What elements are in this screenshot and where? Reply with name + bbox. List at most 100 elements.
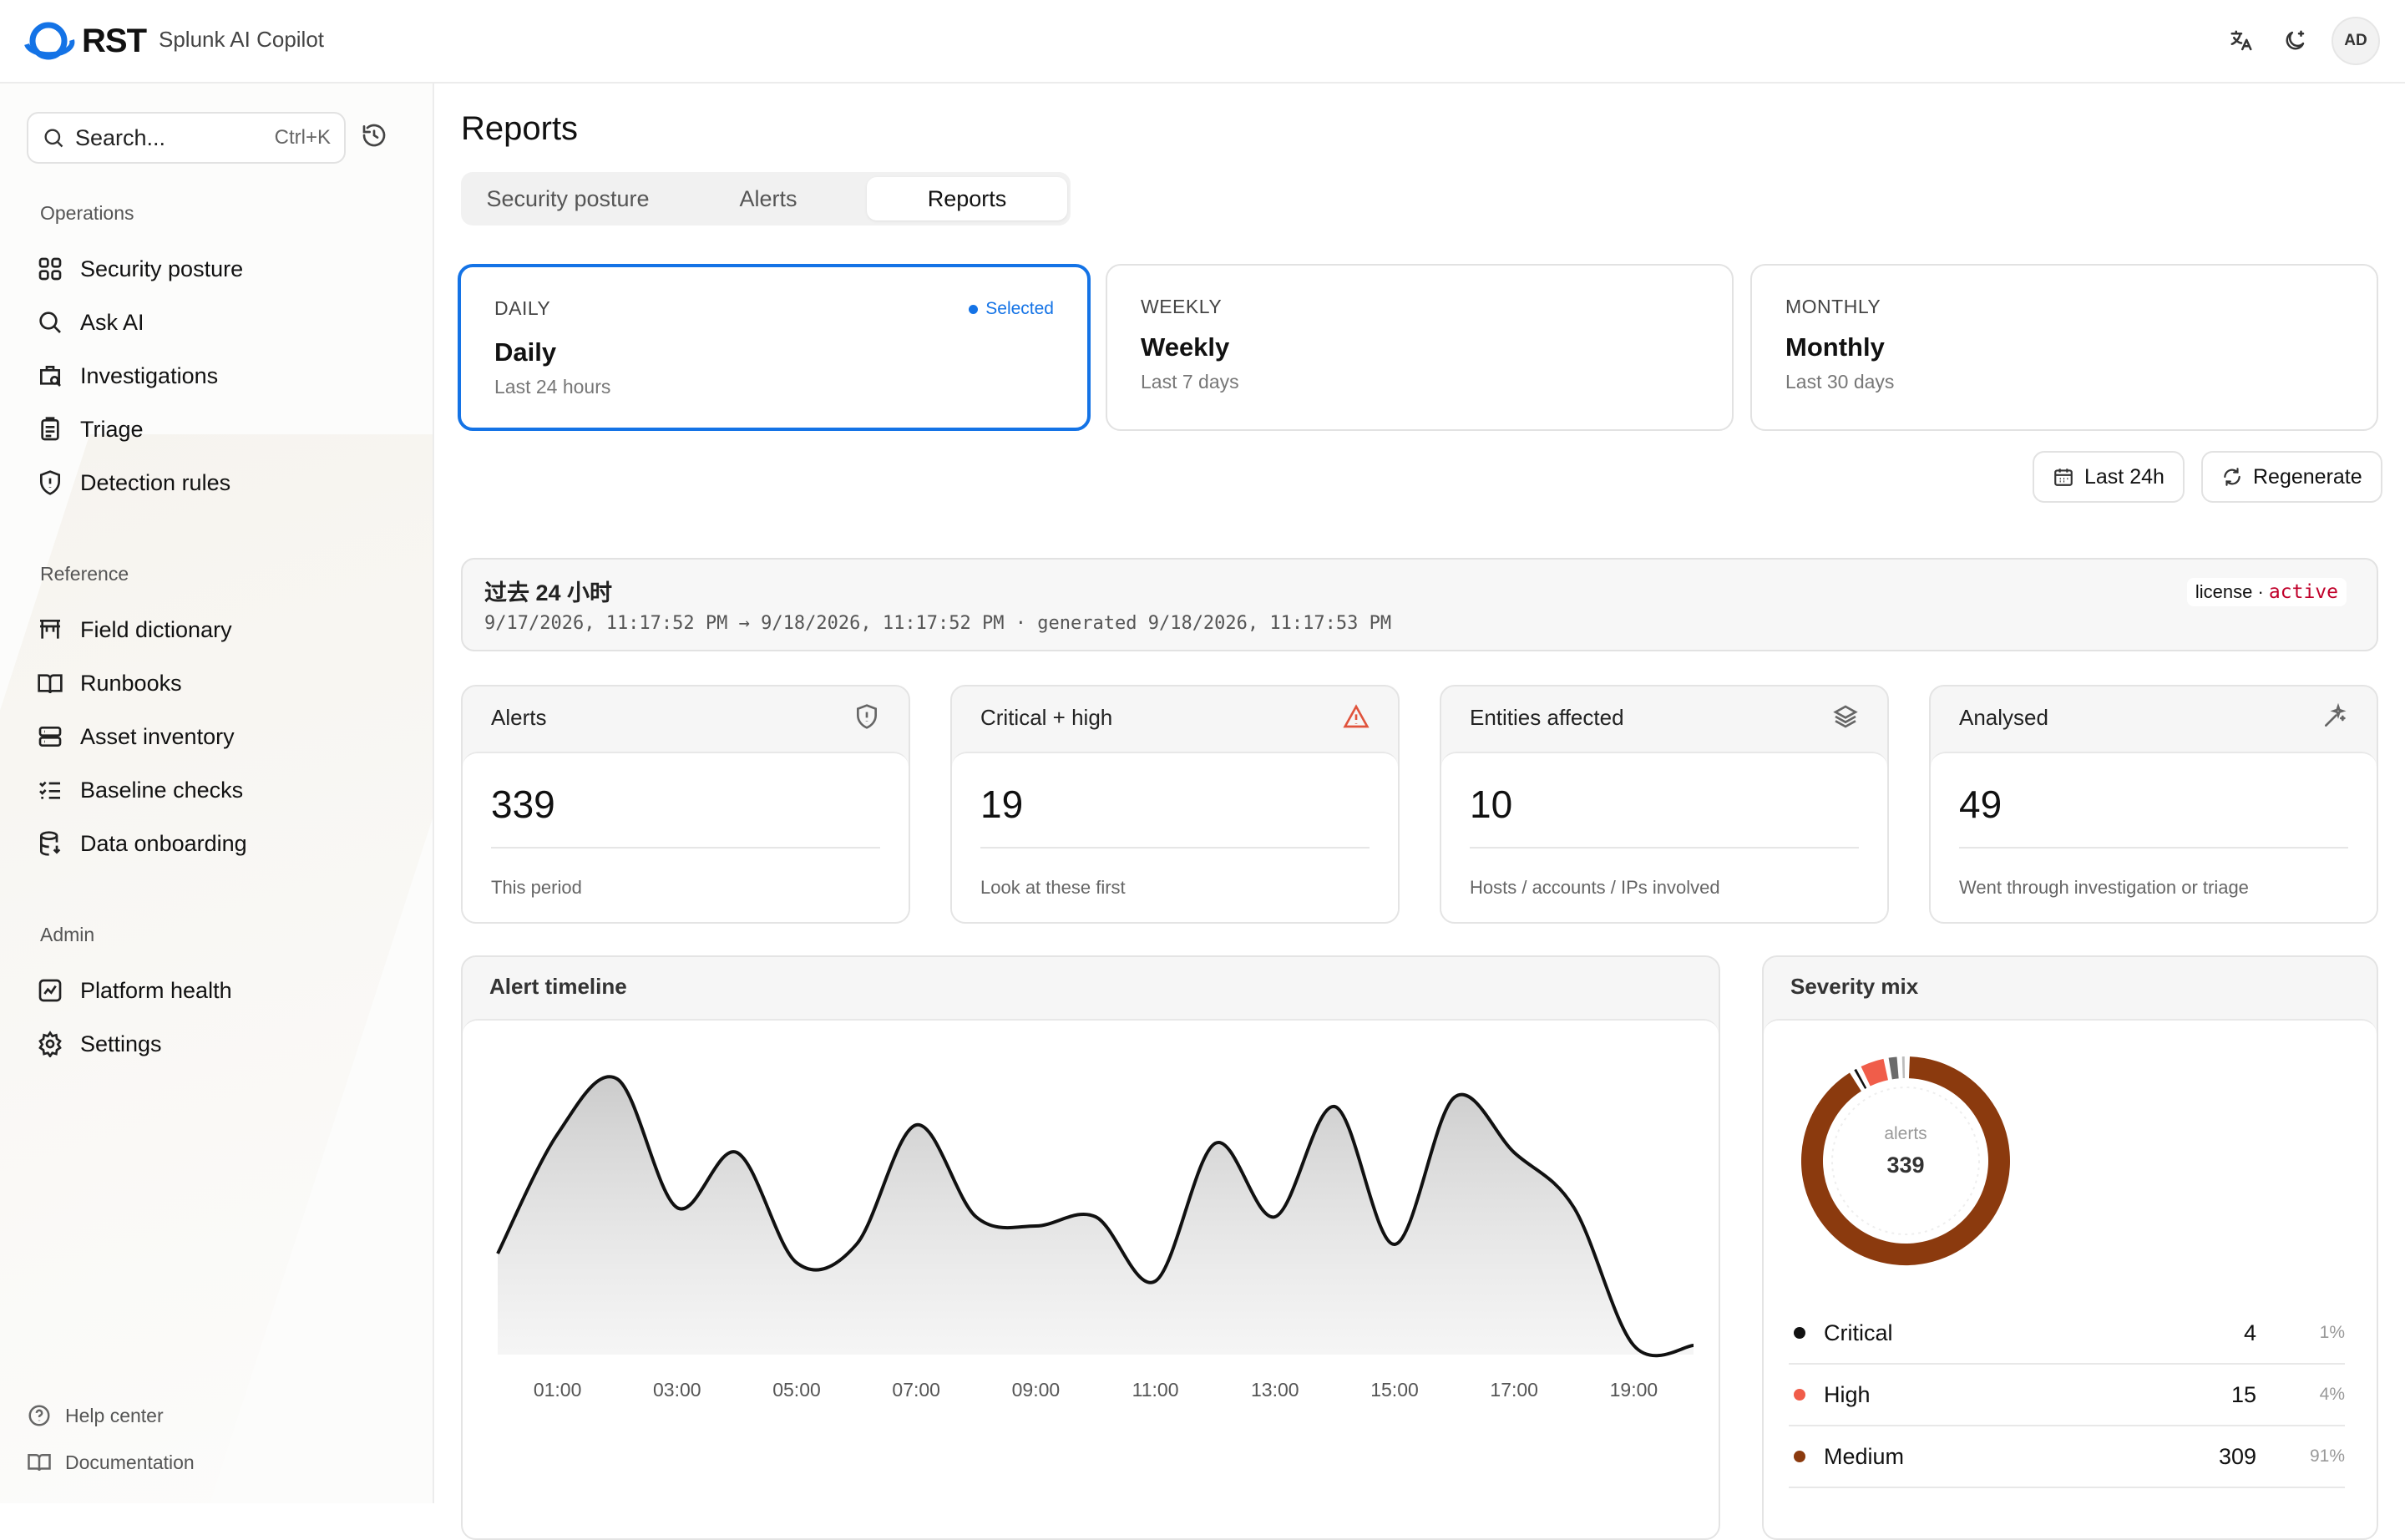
severity-name: High (1824, 1382, 2173, 1408)
x-tick-label: 07:00 (892, 1379, 940, 1401)
stat-title: Alerts (491, 705, 546, 731)
sidebar-item-label: Field dictionary (80, 617, 232, 643)
sidebar: Search... Ctrl+K Operations Security pos… (0, 84, 434, 1503)
stat-value: 339 (491, 782, 555, 827)
sidebar-item-triage[interactable]: Triage (37, 409, 144, 449)
severity-pct: 91% (2256, 1446, 2345, 1467)
sidebar-item-security-posture[interactable]: Security posture (37, 249, 243, 289)
severity-title: Severity mix (1790, 974, 1918, 1000)
stat-title: Analysed (1959, 705, 2048, 731)
period-card-weekly[interactable]: WEEKLY Weekly Last 7 days (1106, 264, 1734, 431)
severity-count: 309 (2173, 1444, 2256, 1470)
license-label: license · (2195, 581, 2264, 602)
sidebar-item-platform-health[interactable]: Platform health (37, 970, 232, 1011)
stat-card-analysed: Analysed 49 Went through investigation o… (1929, 685, 2378, 924)
help-center-link[interactable]: Help center (27, 1403, 164, 1428)
logo[interactable]: RST (23, 20, 146, 62)
x-tick-label: 19:00 (1610, 1379, 1658, 1401)
stat-title: Entities affected (1470, 705, 1624, 731)
sidebar-item-baseline-checks[interactable]: Baseline checks (37, 770, 243, 810)
donut-total: 339 (1864, 1152, 1947, 1178)
x-tick-label: 13:00 (1251, 1379, 1299, 1401)
donut-slice-high[interactable] (1866, 1070, 1886, 1076)
period-card-daily[interactable]: DAILY Selected Daily Last 24 hours (458, 264, 1091, 431)
sidebar-item-label: Ask AI (80, 310, 144, 336)
history-icon[interactable] (361, 122, 387, 153)
sidebar-item-detection-rules[interactable]: Detection rules (37, 463, 230, 503)
sidebar-item-investigations[interactable]: Investigations (37, 356, 218, 396)
period-caption: MONTHLY (1785, 296, 1881, 318)
tab-security-posture[interactable]: Security posture (468, 177, 668, 220)
x-tick-label: 05:00 (772, 1379, 821, 1401)
sidebar-item-runbooks[interactable]: Runbooks (37, 663, 182, 703)
regenerate-button-label: Regenerate (2253, 465, 2362, 489)
range-button-label: Last 24h (2084, 465, 2164, 489)
sidebar-item-data-onboarding[interactable]: Data onboarding (37, 823, 247, 864)
range-button[interactable]: Last 24h (2033, 451, 2185, 503)
sidebar-item-label: Runbooks (80, 671, 182, 697)
sidebar-item-label: Triage (80, 417, 144, 443)
range-meta: 9/17/2026, 11:17:52 PM → 9/18/2026, 11:1… (484, 613, 1391, 634)
period-caption: DAILY (494, 297, 550, 320)
severity-row-high[interactable]: High 15 4% (1789, 1365, 2345, 1426)
timeline-title: Alert timeline (489, 974, 627, 1000)
sidebar-item-label: Security posture (80, 256, 243, 282)
page-title: Reports (461, 110, 578, 148)
calendar-icon (2053, 466, 2074, 488)
tab-reports[interactable]: Reports (867, 177, 1067, 220)
severity-mix-panel: Severity mix alerts 339 Critical 4 1% Hi… (1762, 955, 2378, 1540)
top-bar: RST Splunk AI Copilot AD (0, 0, 2405, 84)
book-icon (27, 1450, 52, 1475)
clipboard-icon (37, 416, 63, 443)
sidebar-item-field-dictionary[interactable]: Field dictionary (37, 610, 232, 650)
regenerate-button[interactable]: Regenerate (2201, 451, 2382, 503)
x-tick-label: 03:00 (653, 1379, 701, 1401)
donut-slice-low[interactable] (1891, 1067, 1898, 1068)
sidebar-item-label: Baseline checks (80, 778, 243, 803)
avatar[interactable]: AD (2332, 17, 2380, 65)
nav-section-operations: Operations (40, 202, 134, 225)
severity-count: 15 (2173, 1382, 2256, 1408)
severity-row-medium[interactable]: Medium 309 91% (1789, 1426, 2345, 1488)
x-tick-label: 17:00 (1490, 1379, 1538, 1401)
search-icon (42, 126, 65, 149)
documentation-link[interactable]: Documentation (27, 1450, 195, 1475)
stat-caption: This period (491, 877, 582, 899)
search-input[interactable]: Search... Ctrl+K (27, 112, 346, 164)
period-sub: Last 30 days (1785, 371, 1894, 393)
severity-dot (1794, 1327, 1805, 1339)
server-icon (37, 723, 63, 750)
nav-section-admin: Admin (40, 924, 94, 946)
period-name: Monthly (1785, 332, 1885, 362)
stat-caption: Hosts / accounts / IPs involved (1470, 877, 1720, 899)
range-title: 过去 24 小时 (484, 575, 612, 607)
donut-slice-critical[interactable] (1860, 1078, 1861, 1079)
severity-count: 4 (2173, 1320, 2256, 1346)
app-name: Splunk AI Copilot (159, 27, 324, 53)
search-placeholder: Search... (75, 125, 275, 151)
refresh-icon (2221, 466, 2243, 488)
sidebar-item-asset-inventory[interactable]: Asset inventory (37, 717, 235, 757)
sidebar-item-settings[interactable]: Settings (37, 1024, 162, 1064)
search-icon (37, 309, 63, 336)
sidebar-item-label: Platform health (80, 978, 232, 1004)
tab-alerts[interactable]: Alerts (668, 177, 868, 220)
sidebar-item-ask-ai[interactable]: Ask AI (37, 302, 144, 342)
selected-badge-label: Selected (985, 299, 1054, 319)
checklist-icon (37, 777, 63, 803)
activity-icon (37, 977, 63, 1004)
severity-row-critical[interactable]: Critical 4 1% (1789, 1303, 2345, 1365)
nav-section-reference: Reference (40, 563, 129, 585)
alert-timeline-panel: Alert timeline 01:0003:0005:0007:0009:00… (461, 955, 1720, 1540)
period-sub: Last 7 days (1141, 371, 1239, 393)
selected-badge: Selected (969, 299, 1054, 319)
translate-icon[interactable] (2225, 24, 2258, 58)
x-tick-label: 11:00 (1132, 1379, 1179, 1401)
theme-toggle-icon[interactable] (2278, 24, 2311, 58)
period-card-monthly[interactable]: MONTHLY Monthly Last 30 days (1750, 264, 2378, 431)
database-icon (37, 830, 63, 857)
period-sub: Last 24 hours (494, 376, 610, 398)
stat-value: 10 (1470, 782, 1512, 827)
stat-title: Critical + high (980, 705, 1112, 731)
sidebar-item-label: Investigations (80, 363, 218, 389)
